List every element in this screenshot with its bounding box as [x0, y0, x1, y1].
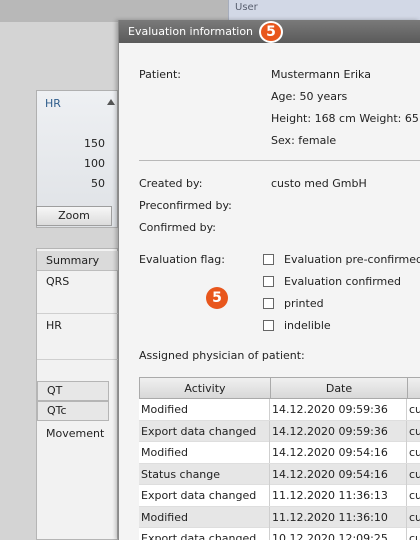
table-row[interactable]: Modified14.12.2020 09:59:36cu [139, 399, 420, 421]
table-header: Activity Date [139, 377, 420, 399]
table-row[interactable]: Modified14.12.2020 09:54:16cu [139, 442, 420, 464]
table-row[interactable]: Export data changed11.12.2020 11:36:13cu [139, 485, 420, 507]
user-cell: cu [407, 528, 420, 540]
created-by-value: custo med GmbH [271, 177, 367, 190]
user-cell: cu [407, 399, 420, 420]
patient-age: Age: 50 years [271, 90, 348, 103]
side-item-qt[interactable]: QT [37, 381, 109, 401]
activity-cell: Export data changed [139, 528, 270, 540]
checkbox-box[interactable] [263, 298, 274, 309]
table-row[interactable]: Status change14.12.2020 09:54:16cu [139, 463, 420, 485]
table-row[interactable]: Export data changed10.12.2020 12:09:25cu [139, 528, 420, 540]
patient-label: Patient: [139, 68, 182, 81]
user-cell: cu [407, 485, 420, 506]
sort-up-icon[interactable] [107, 99, 115, 105]
user-tab[interactable]: User [228, 0, 420, 20]
user-cell: cu [407, 421, 420, 442]
activity-cell: Modified [139, 506, 270, 528]
activity-cell: Status change [139, 463, 270, 485]
column-header-activity[interactable]: Activity [140, 378, 271, 399]
hr-panel-title: HR [45, 97, 61, 110]
dialog-title: Evaluation information [128, 25, 254, 38]
hr-tick-label: 50 [91, 177, 105, 190]
user-cell: cu [407, 507, 420, 528]
evaluation-info-dialog: Evaluation information 5 Patient: Muster… [118, 20, 420, 540]
table-row[interactable]: Modified11.12.2020 11:36:10cu [139, 506, 420, 528]
table-body: Modified14.12.2020 09:59:36cuExport data… [139, 399, 420, 540]
checkbox-box[interactable] [263, 276, 274, 287]
date-cell: 14.12.2020 09:59:36 [270, 399, 407, 420]
side-item-movement[interactable]: Movement [37, 427, 119, 440]
hr-tick-label: 100 [84, 157, 105, 170]
created-by-label: Created by: [139, 177, 203, 190]
hr-tick-label: 150 [84, 137, 105, 150]
date-cell: 14.12.2020 09:54:16 [270, 442, 407, 463]
checkbox-label: indelible [284, 319, 331, 332]
list-divider [37, 313, 119, 314]
side-item-summary[interactable]: Summary [37, 251, 119, 271]
assigned-physician-label: Assigned physician of patient: [139, 349, 305, 362]
column-header-date[interactable]: Date [271, 378, 408, 399]
table-row[interactable]: Export data changed14.12.2020 09:59:36cu [139, 420, 420, 442]
date-cell: 10.12.2020 12:09:25 [270, 528, 407, 540]
checkbox-label: printed [284, 297, 324, 310]
activity-cell: Export data changed [139, 485, 270, 506]
date-cell: 14.12.2020 09:59:36 [270, 420, 407, 442]
side-item-qrs[interactable]: QRS [37, 275, 119, 288]
checkbox-label: Evaluation confirmed [284, 275, 402, 288]
date-cell: 11.12.2020 11:36:13 [270, 485, 407, 506]
confirmed-by-label: Confirmed by: [139, 221, 216, 234]
patient-name: Mustermann Erika [271, 68, 371, 81]
column-header-user[interactable] [408, 378, 420, 399]
evaluation-flag-label: Evaluation flag: [139, 253, 225, 266]
callout-badge: 5 [206, 287, 228, 309]
checkbox-box[interactable] [263, 254, 274, 265]
preconfirmed-by-label: Preconfirmed by: [139, 199, 232, 212]
date-cell: 11.12.2020 11:36:10 [270, 506, 407, 528]
date-cell: 14.12.2020 09:54:16 [270, 463, 407, 485]
checkbox-label: Evaluation pre-confirmed [284, 253, 420, 266]
patient-height-weight: Height: 168 cm Weight: 65 [271, 112, 419, 125]
user-cell: cu [407, 464, 420, 485]
zoom-button[interactable]: Zoom [36, 206, 112, 226]
checkbox-box[interactable] [263, 320, 274, 331]
analysis-list: Summary QRS HR QT QTc Movement [36, 248, 119, 540]
activity-cell: Modified [139, 399, 270, 420]
activity-cell: Export data changed [139, 420, 270, 442]
side-item-qtc[interactable]: QTc [37, 401, 109, 421]
patient-sex: Sex: female [271, 134, 337, 147]
activity-cell: Modified [139, 442, 270, 463]
activity-table: Activity Date Modified 14.12.2020 09:59:3… [139, 377, 420, 540]
section-divider [139, 160, 420, 161]
user-cell: cu [407, 442, 420, 463]
side-item-hr[interactable]: HR [37, 319, 119, 332]
list-divider [37, 359, 119, 360]
callout-badge: 5 [259, 21, 283, 43]
